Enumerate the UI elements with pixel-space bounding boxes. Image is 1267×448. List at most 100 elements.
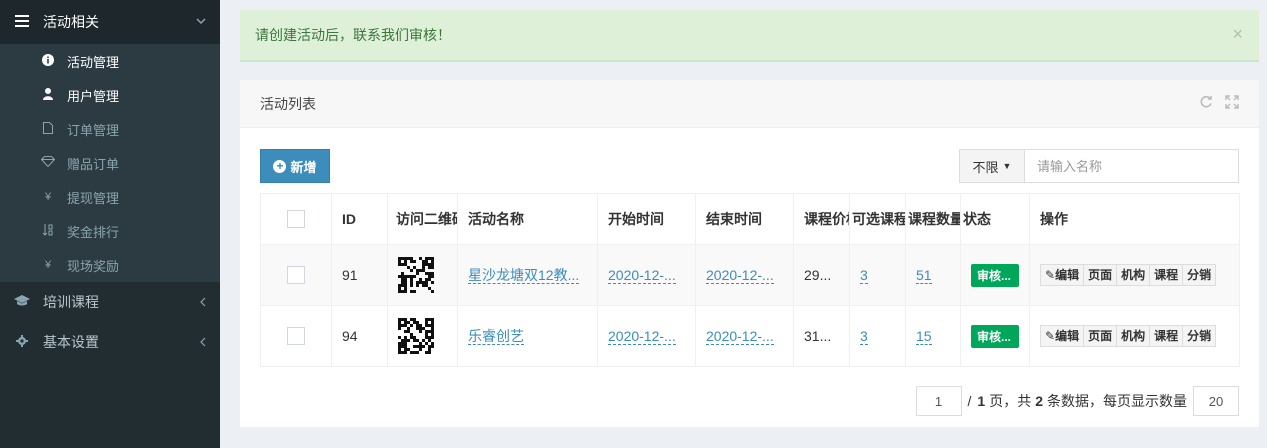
pager-text-pages: 页，共	[989, 393, 1032, 409]
distribution-button[interactable]: 分销	[1182, 325, 1217, 347]
course-count-link[interactable]: 51	[916, 267, 932, 284]
optional-count-link[interactable]: 3	[860, 328, 868, 345]
column-header: 活动名称	[457, 193, 598, 245]
course-button[interactable]: 课程	[1149, 264, 1184, 286]
activity-table: ID 访问二维码 活动名称 开始时间 结束时间 课程价格 可选课程数 课程数量 …	[260, 193, 1240, 367]
search-input[interactable]	[1025, 149, 1239, 183]
row-actions: ✎编辑 页面 机构 课程 分销	[1040, 264, 1229, 286]
chevron-left-icon	[200, 335, 206, 350]
table-row: 94 乐睿创艺 2020-12-... 2020-12-... 31... 3 …	[260, 305, 1240, 367]
cell-status: 审核...	[960, 244, 1030, 306]
optional-count-link[interactable]: 3	[860, 267, 868, 284]
status-badge: 审核...	[971, 324, 1019, 348]
caret-down-icon: ▼	[1002, 161, 1012, 171]
edit-label: 编辑	[1055, 268, 1080, 282]
cell-optional: 3	[849, 305, 906, 367]
menu-icon	[12, 14, 32, 30]
user-icon	[40, 87, 56, 103]
sidebar-item-basic-settings[interactable]: 基本设置	[0, 322, 220, 362]
sidebar-group-activity[interactable]: 活动相关	[0, 0, 220, 44]
yen-icon: ¥	[44, 259, 52, 271]
sidebar-background	[0, 362, 220, 448]
page-button[interactable]: 页面	[1083, 325, 1118, 347]
edit-button[interactable]: ✎编辑	[1040, 264, 1085, 286]
cell-ops: ✎编辑 页面 机构 课程 分销	[1029, 244, 1240, 306]
cell-qrcode	[387, 244, 458, 306]
qr-code-image[interactable]	[398, 318, 434, 354]
column-header[interactable]: ID	[331, 193, 388, 245]
chevron-down-icon	[196, 16, 206, 28]
activity-list-box: 活动列表 + 新增 不限 ▼ ID 访问	[240, 80, 1259, 427]
refresh-icon[interactable]	[1199, 95, 1213, 112]
qr-code-image[interactable]	[398, 257, 434, 293]
sidebar-item-activity-manage[interactable]: 活动管理	[0, 44, 220, 78]
course-count-link[interactable]: 15	[916, 328, 932, 345]
sidebar: 活动相关 活动管理 用户管理 订单管理 赠品订单 ¥ 提现管理 奖金排行 ¥ 现…	[0, 0, 220, 448]
sidebar-item-label: 订单管理	[67, 122, 120, 138]
page-button[interactable]: 页面	[1083, 264, 1118, 286]
sidebar-item-withdraw-manage[interactable]: ¥ 提现管理	[0, 180, 220, 214]
sidebar-item-label: 基本设置	[43, 334, 99, 350]
add-button[interactable]: + 新增	[260, 149, 330, 183]
activity-name-link[interactable]: 乐睿创艺	[468, 328, 524, 345]
cell-end: 2020-12-...	[695, 305, 794, 367]
cell-start: 2020-12-...	[597, 244, 696, 306]
institution-button[interactable]: 机构	[1116, 325, 1151, 347]
cell-status: 审核...	[960, 305, 1030, 367]
filter-dropdown-label: 不限	[972, 159, 999, 175]
sidebar-submenu: 活动管理 用户管理 订单管理 赠品订单 ¥ 提现管理 奖金排行 ¥ 现场奖励	[0, 44, 220, 282]
total-pages: 1	[977, 393, 986, 409]
filter-dropdown[interactable]: 不限 ▼	[959, 149, 1025, 183]
edit-button[interactable]: ✎编辑	[1040, 325, 1085, 347]
cell-count: 15	[905, 305, 961, 367]
distribution-button[interactable]: 分销	[1182, 264, 1217, 286]
institution-button[interactable]: 机构	[1116, 264, 1151, 286]
sidebar-item-onsite-reward[interactable]: ¥ 现场奖励	[0, 248, 220, 282]
column-header: 操作	[1029, 193, 1240, 245]
select-all-checkbox[interactable]	[287, 210, 305, 229]
course-button[interactable]: 课程	[1149, 325, 1184, 347]
start-time-link[interactable]: 2020-12-...	[608, 267, 676, 284]
cell-name: 星沙龙塘双12教...	[457, 244, 598, 306]
search-filter: 不限 ▼	[959, 149, 1239, 183]
gear-icon	[12, 334, 32, 350]
sidebar-item-gift-order[interactable]: 赠品订单	[0, 146, 220, 180]
cell-qrcode	[387, 305, 458, 367]
activity-name-link[interactable]: 星沙龙塘双12教...	[468, 267, 580, 284]
sidebar-item-bonus-rank[interactable]: 奖金排行	[0, 214, 220, 248]
edit-label: 编辑	[1055, 329, 1080, 343]
sidebar-item-label: 用户管理	[67, 88, 120, 104]
row-checkbox[interactable]	[287, 327, 305, 346]
close-icon[interactable]: ×	[1232, 24, 1243, 45]
select-all-cell	[260, 193, 332, 245]
row-actions: ✎编辑 页面 机构 课程 分销	[1040, 325, 1229, 347]
total-count: 2	[1035, 393, 1043, 409]
yen-icon: ¥	[44, 191, 52, 203]
end-time-link[interactable]: 2020-12-...	[706, 267, 774, 284]
column-header: 可选课程数	[849, 193, 906, 245]
expand-icon[interactable]	[1225, 95, 1239, 112]
sidebar-item-label: 培训课程	[43, 294, 99, 310]
info-circle-icon	[40, 53, 56, 69]
sidebar-item-order-manage[interactable]: 订单管理	[0, 112, 220, 146]
row-checkbox[interactable]	[287, 266, 305, 285]
table-row: 91 星沙龙塘双12教... 2020-12-... 2020-12-... 2…	[260, 244, 1240, 306]
graduation-cap-icon	[12, 295, 32, 309]
page-size-input[interactable]	[1193, 386, 1239, 416]
diamond-icon	[40, 156, 56, 170]
box-title: 活动列表	[260, 95, 316, 112]
end-time-link[interactable]: 2020-12-...	[706, 328, 774, 345]
column-header[interactable]: 结束时间	[695, 193, 794, 245]
column-header[interactable]: 开始时间	[597, 193, 696, 245]
sidebar-item-user-manage[interactable]: 用户管理	[0, 78, 220, 112]
sort-icon	[40, 223, 56, 239]
success-alert: 请创建活动后，联系我们审核！ ×	[240, 10, 1259, 62]
sidebar-item-training-course[interactable]: 培训课程	[0, 282, 220, 322]
sidebar-item-label: 提现管理	[67, 190, 120, 206]
start-time-link[interactable]: 2020-12-...	[608, 328, 676, 345]
page-number-input[interactable]	[915, 386, 962, 416]
column-header: 访问二维码	[387, 193, 458, 245]
sidebar-item-label: 赠品订单	[67, 156, 120, 172]
chevron-left-icon	[200, 295, 206, 310]
pencil-icon: ✎	[1045, 268, 1056, 282]
